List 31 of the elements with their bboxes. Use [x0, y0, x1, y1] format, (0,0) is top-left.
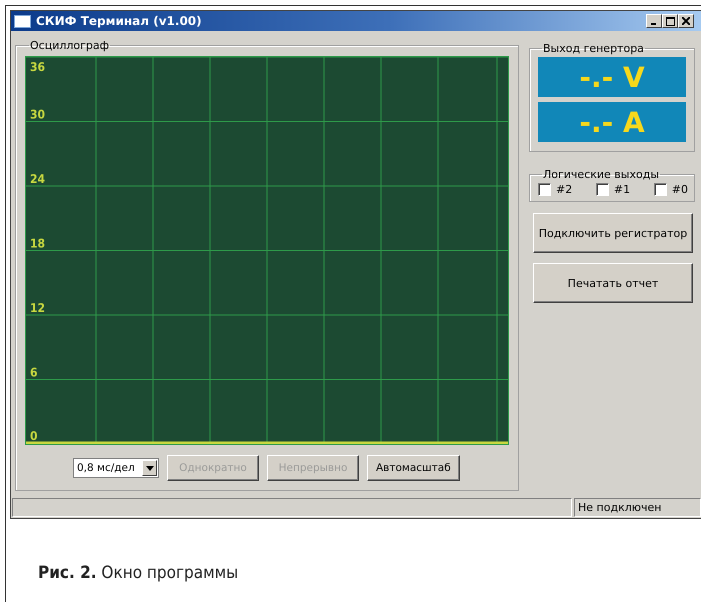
checkbox-label: #2 [556, 183, 572, 196]
y-axis-label: 30 [30, 108, 46, 122]
checkbox[interactable] [654, 183, 667, 196]
connection-status: Не подключен [574, 498, 701, 517]
y-axis-label: 12 [30, 301, 46, 315]
action-button[interactable]: Печатать отчет [533, 263, 693, 303]
scope-button[interactable]: Автомасштаб [367, 455, 460, 481]
checkbox[interactable] [538, 183, 551, 196]
window-icon [14, 14, 31, 28]
action-button[interactable]: Подключить регистратор [533, 213, 693, 253]
group-title: Выход генертора [542, 42, 645, 55]
maximize-icon [666, 16, 674, 26]
close-icon [682, 17, 690, 25]
y-axis-label: 6 [30, 366, 38, 380]
group-title: Логические выходы [542, 168, 660, 181]
y-axis-label: 36 [30, 60, 46, 74]
figure-caption: Рис. 2. Окно программы [38, 563, 238, 583]
checkbox-label: #1 [614, 183, 630, 196]
y-axis-label: 24 [30, 172, 46, 186]
minimize-button[interactable] [646, 14, 662, 28]
close-button[interactable] [678, 14, 694, 28]
timebase-dropdown[interactable]: 0,8 мс/дел [73, 458, 159, 478]
reading-display: -.- A [538, 102, 686, 142]
maximize-button[interactable] [662, 14, 678, 28]
y-axis-label: 0 [30, 429, 38, 443]
reading-display: -.- V [538, 57, 686, 97]
checkbox[interactable] [596, 183, 609, 196]
y-axis-label: 18 [30, 236, 46, 250]
group-title: Осциллограф [29, 39, 110, 52]
checkbox-label: #0 [672, 183, 688, 196]
window-title: СКИФ Терминал (v1.00) [36, 14, 203, 28]
